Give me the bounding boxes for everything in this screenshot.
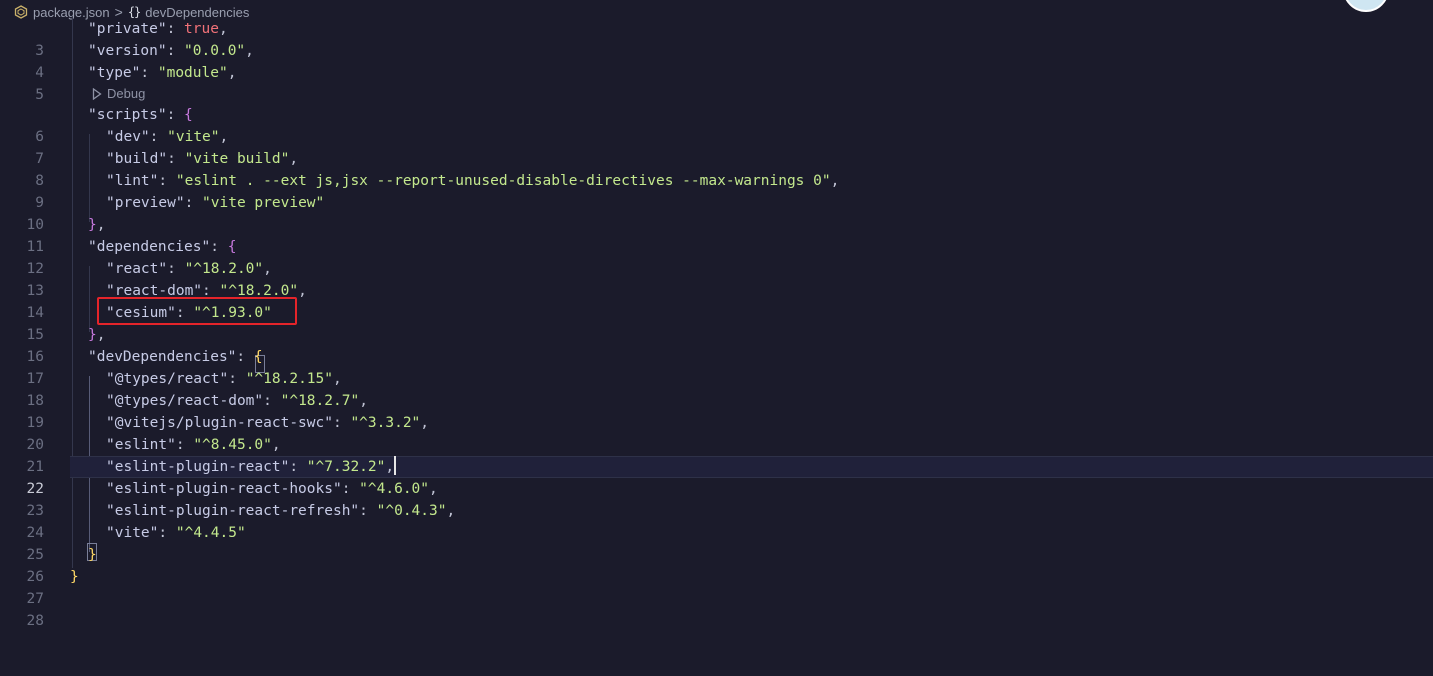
line-number: 4 [35,65,44,81]
code-line-current: 22 "eslint-plugin-react": "^7.32.2", [0,456,1433,497]
json-value: "^3.3.2" [350,415,421,431]
code-line: 21 "eslint": "^8.45.0", [0,434,1433,475]
line-number: 18 [26,393,44,409]
codelens-row: Debug [0,84,1433,104]
json-key: "cesium" [106,305,176,321]
json-key: "scripts" [88,107,167,123]
json-key: "lint" [106,173,159,189]
code-line: 4 "version": "0.0.0", [0,40,1433,81]
code-line: 24 "eslint-plugin-react-refresh": "^0.4.… [0,500,1433,541]
line-number: 12 [26,261,44,277]
json-value: "0.0.0" [184,43,246,59]
json-key: "private" [88,21,167,37]
json-key: "eslint-plugin-react" [106,459,290,475]
json-value: "vite preview" [202,195,325,211]
line-number: 28 [26,613,44,629]
line-number: 23 [26,503,44,519]
json-value: "^18.2.15" [245,371,333,387]
line-number: 3 [35,43,44,59]
line-number: 11 [26,239,44,255]
code-line: 23 "eslint-plugin-react-hooks": "^4.6.0"… [0,478,1433,519]
line-number: 25 [26,547,44,563]
json-key: "devDependencies" [88,349,237,365]
code-line: 27 } [0,566,1433,607]
line-number: 10 [26,217,44,233]
json-value: "^18.2.7" [280,393,360,409]
code-line: 9 "lint": "eslint . --ext js,jsx --repor… [0,170,1433,211]
line-number: 27 [26,591,44,607]
code-line: 6 "scripts": { [0,104,1433,145]
json-value: "^8.45.0" [193,437,272,453]
json-value: "^4.4.5" [175,525,246,541]
json-value: "^7.32.2" [306,459,386,475]
json-value: true [184,21,219,37]
json-value: "module" [157,65,228,81]
json-key: "dev" [106,129,150,145]
code-line: 8 "build": "vite build", [0,148,1433,189]
line-number: 22 [26,481,44,497]
code-line: 20 "@vitejs/plugin-react-swc": "^3.3.2", [0,412,1433,453]
json-key: "@types/react" [106,371,229,387]
braces-icon: {} [127,5,141,19]
json-value: "^18.2.0" [184,261,264,277]
line-number: 19 [26,415,44,431]
json-key: "vite" [106,525,159,541]
json-value: "vite build" [184,151,290,167]
line-number: 24 [26,525,44,541]
json-key: "react" [106,261,168,277]
line-number: 26 [26,569,44,585]
code-line: 19 "@types/react-dom": "^18.2.7", [0,390,1433,431]
line-number: 9 [35,195,44,211]
json-value: "^1.93.0" [193,305,272,321]
json-file-icon [14,5,28,19]
play-icon [92,88,102,100]
json-key: "version" [88,43,167,59]
line-number: 14 [26,305,44,321]
json-key: "preview" [106,195,185,211]
json-value: "^4.6.0" [359,481,430,497]
line-number: 20 [26,437,44,453]
json-key: "eslint-plugin-react-hooks" [106,481,342,497]
line-number: 5 [35,87,44,103]
code-line: 15 "cesium": "^1.93.0" [0,302,1433,343]
line-number: 13 [26,283,44,299]
code-line: 28 [0,588,1433,629]
code-line: 26 } [0,544,1433,585]
line-number: 21 [26,459,44,475]
line-number: 8 [35,173,44,189]
code-line: 18 "@types/react": "^18.2.15", [0,368,1433,409]
json-key: "eslint-plugin-react-refresh" [106,503,360,519]
debug-label: Debug [107,86,146,101]
line-number: 6 [35,129,44,145]
code-line: 12 "dependencies": { [0,236,1433,277]
line-number: 7 [35,151,44,167]
code-line: 17 "devDependencies": { [0,346,1433,387]
debug-codelens[interactable]: Debug [92,84,145,104]
code-line: 10 "preview": "vite preview" [0,192,1433,233]
code-line: 14 "react-dom": "^18.2.0", [0,280,1433,321]
json-key: "dependencies" [88,239,211,255]
json-key: "eslint" [106,437,176,453]
json-value: "^0.4.3" [376,503,447,519]
code-line: 13 "react": "^18.2.0", [0,258,1433,299]
line-number: 16 [26,349,44,365]
code-line: 11 }, [0,214,1433,255]
code-line: 7 "dev": "vite", [0,126,1433,167]
code-line: 16 }, [0,324,1433,365]
code-line: 3 "private": true, [0,18,1433,59]
json-key: "build" [106,151,168,167]
json-key: "@types/react-dom" [106,393,264,409]
json-key: "type" [88,65,141,81]
text-cursor [394,456,396,475]
json-value: "^18.2.0" [219,283,299,299]
json-key: "react-dom" [106,283,203,299]
json-key: "@vitejs/plugin-react-swc" [106,415,333,431]
code-editor[interactable]: 3 "private": true, 4 "version": "0.0.0",… [0,18,1433,657]
code-line: 5 "type": "module", [0,62,1433,103]
code-line: 25 "vite": "^4.4.5" [0,522,1433,563]
json-value: "eslint . --ext js,jsx --report-unused-d… [175,173,831,189]
json-value: "vite" [167,129,220,145]
line-number: 15 [26,327,44,343]
line-number: 17 [26,371,44,387]
